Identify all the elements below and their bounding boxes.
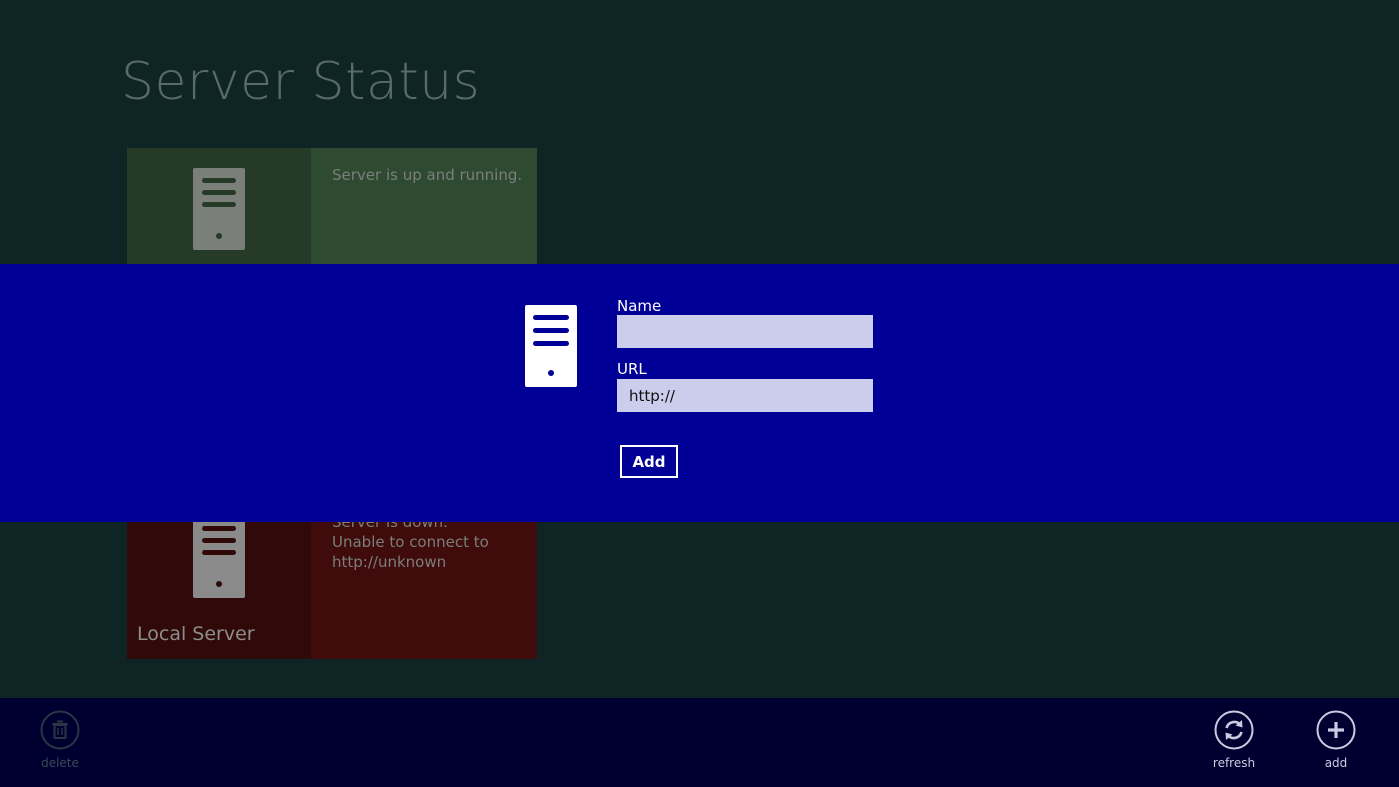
tile-status-message: Server is up and running.: [332, 166, 523, 184]
url-input[interactable]: [617, 379, 873, 412]
name-label: Name: [617, 297, 662, 315]
refresh-button[interactable]: refresh: [1194, 710, 1274, 780]
tile-server-name: Local Server: [137, 623, 255, 645]
refresh-label: refresh: [1212, 756, 1256, 770]
server-tile-down[interactable]: Local Server Server is down. Unable to c…: [127, 513, 537, 659]
name-input[interactable]: [617, 315, 873, 348]
status-line: Unable to connect to: [332, 533, 489, 551]
trash-icon: [40, 710, 80, 750]
status-url: http://unknown: [332, 553, 447, 571]
app-root: Server Status Server is up and running.: [0, 0, 1399, 787]
delete-label: delete: [41, 756, 79, 770]
delete-button[interactable]: delete: [20, 710, 100, 780]
app-bar: delete refresh add: [0, 698, 1399, 787]
add-label: add: [1324, 756, 1348, 770]
url-label: URL: [617, 360, 647, 378]
tile-icon-area: Local Server: [127, 516, 311, 659]
server-icon: [193, 516, 245, 598]
add-server-button[interactable]: Add: [620, 445, 678, 478]
tile-icon-area: [127, 148, 311, 264]
server-icon: [525, 305, 577, 387]
server-icon: [193, 168, 245, 250]
server-tile-up[interactable]: Server is up and running.: [127, 148, 537, 264]
plus-icon: [1316, 710, 1356, 750]
add-server-dialog: Name URL Add: [0, 264, 1399, 522]
add-button[interactable]: add: [1296, 710, 1376, 780]
refresh-icon: [1214, 710, 1254, 750]
page-title: Server Status: [121, 52, 481, 112]
